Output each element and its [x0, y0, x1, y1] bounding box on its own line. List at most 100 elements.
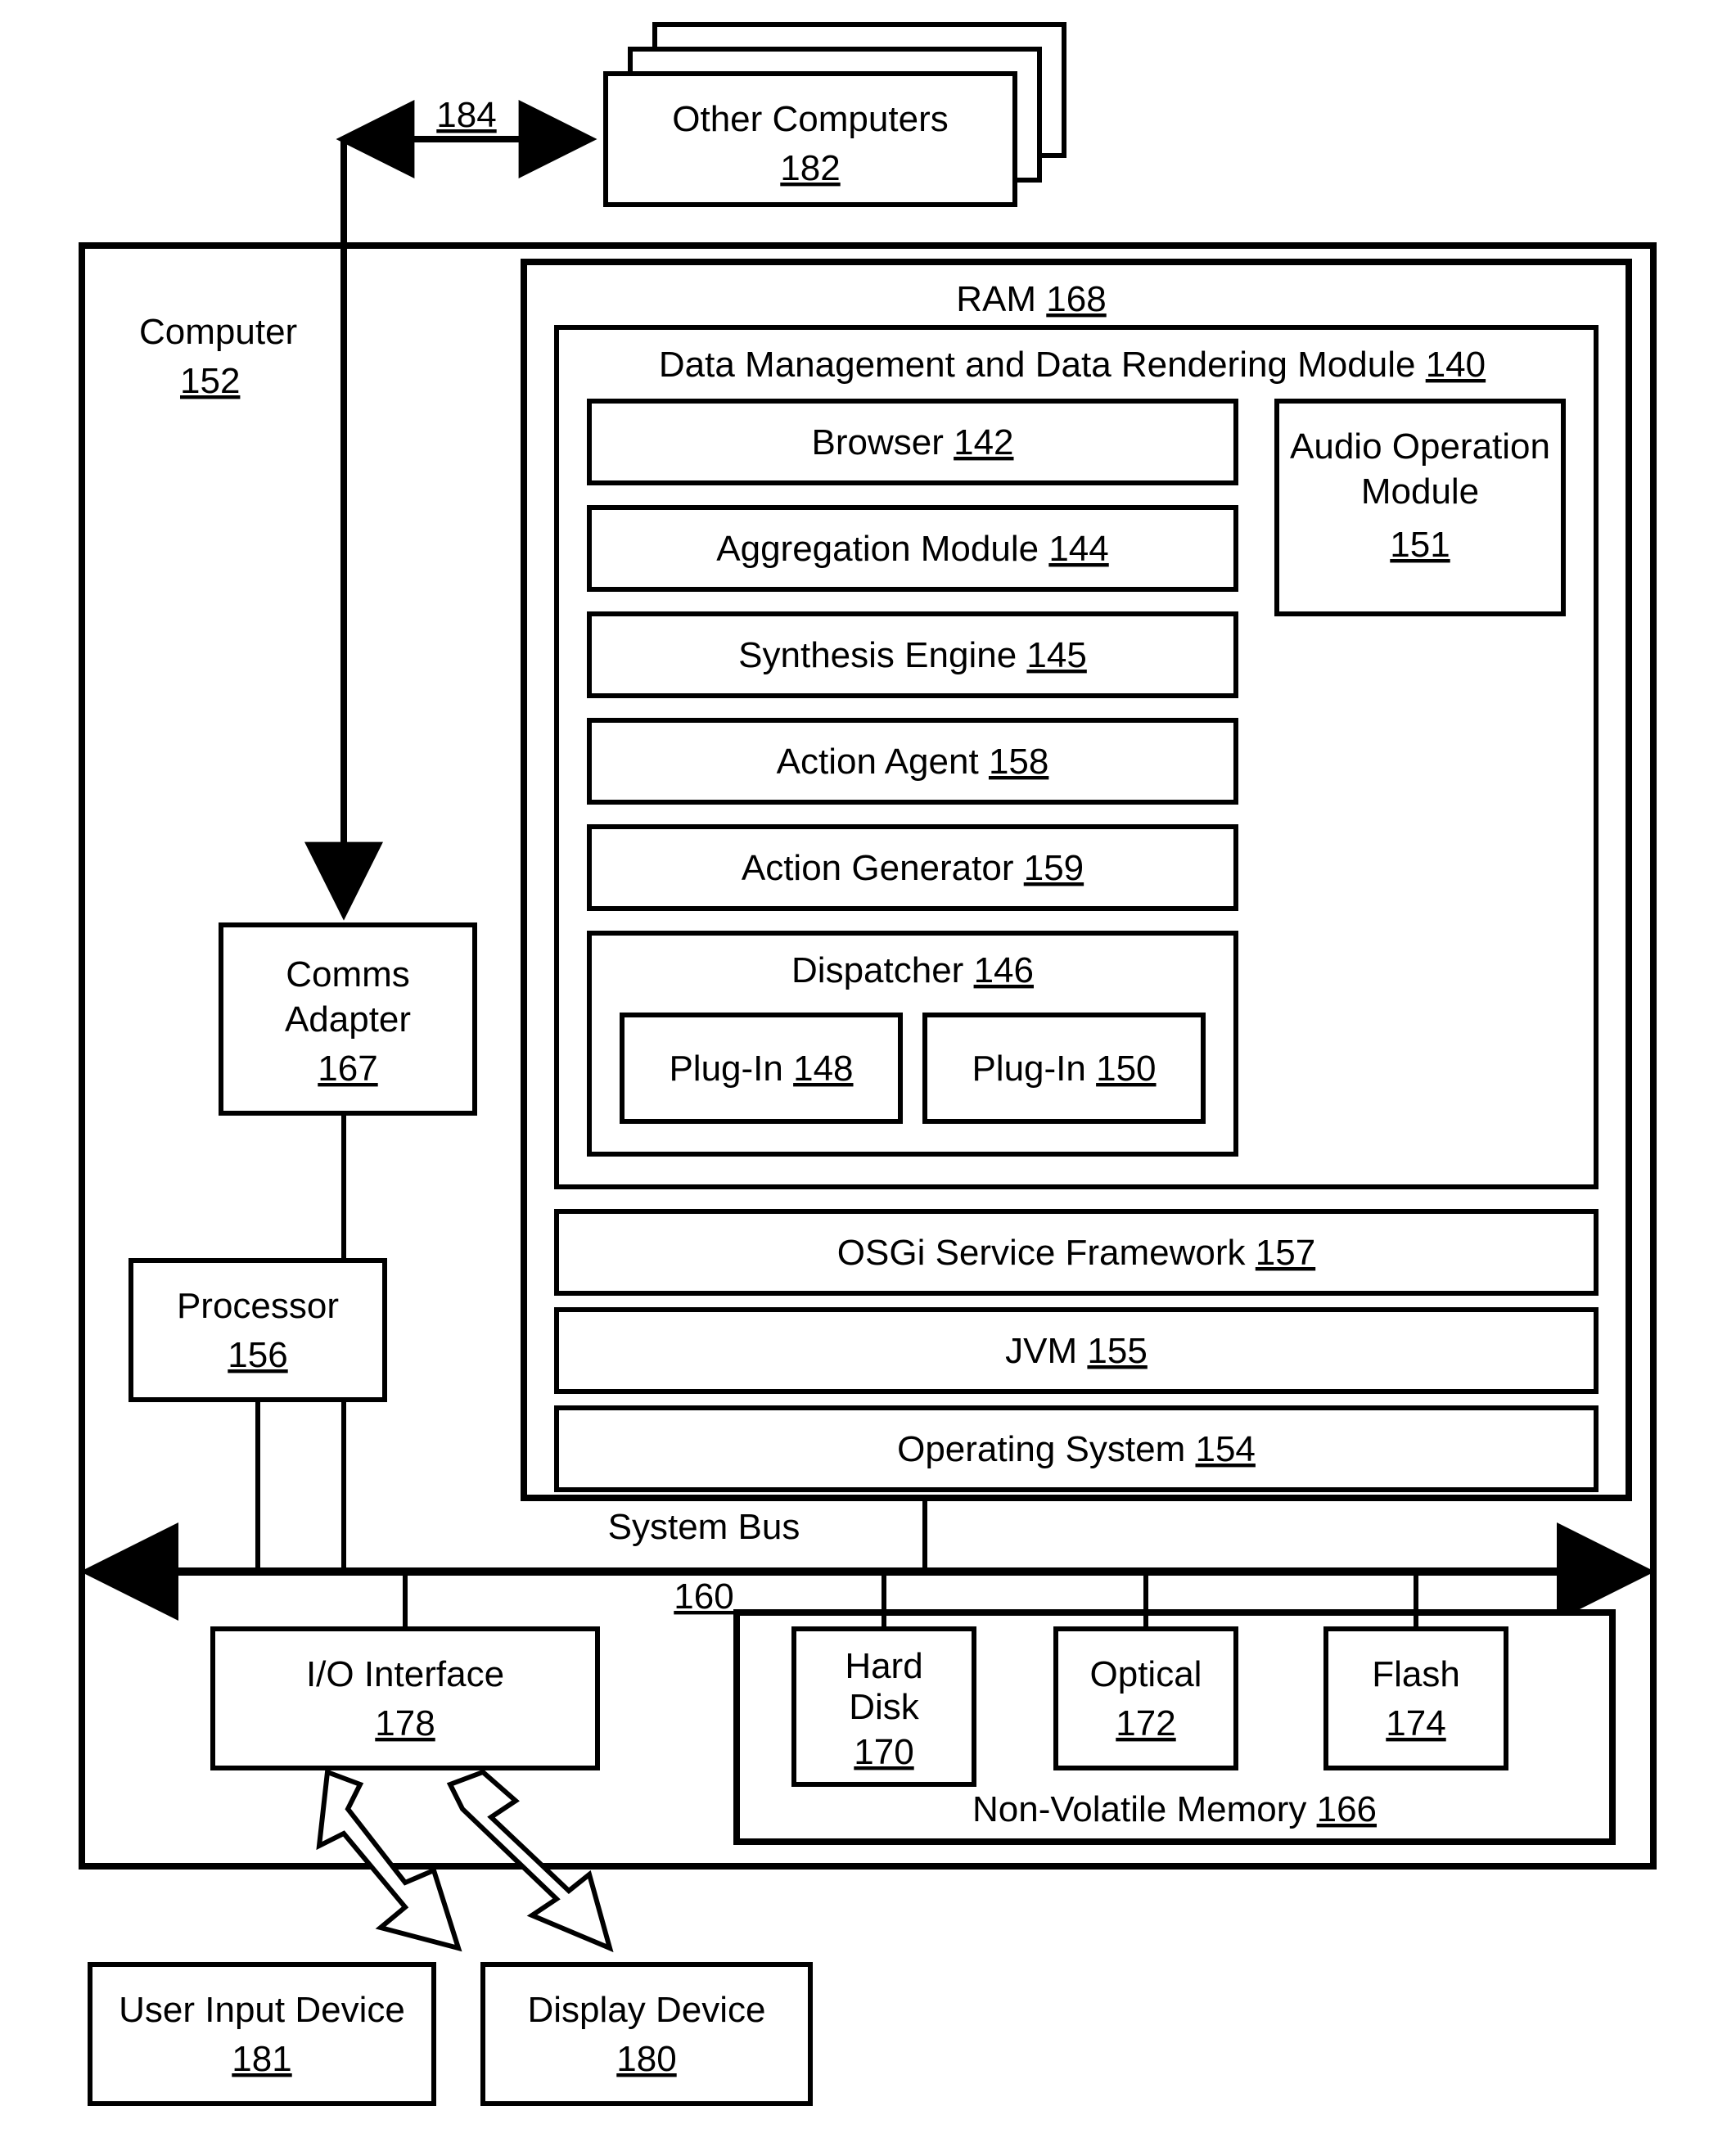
plugin2-label: Plug-In	[972, 1049, 1085, 1089]
plugin1-label: Plug-In	[669, 1049, 782, 1089]
svg-text:Action Generator 159: Action Generator 159	[742, 848, 1084, 888]
svg-text:Action Agent 158: Action Agent 158	[777, 742, 1049, 782]
ram-num: 168	[1046, 279, 1106, 319]
svg-text:Operating System 154: Operating System 154	[897, 1429, 1256, 1469]
other-computers-label: Other Computers	[672, 99, 948, 139]
dispatcher-label: Dispatcher	[791, 950, 963, 990]
comms-num: 167	[318, 1049, 377, 1089]
svg-text:Comms: Comms	[286, 954, 410, 995]
audio-num: 151	[1390, 525, 1450, 565]
svg-text:Aggregation Module 144: Aggregation Module 144	[716, 529, 1109, 569]
agent-label: Action Agent	[777, 742, 979, 782]
generator-box: Action Generator 159	[589, 827, 1236, 909]
display-num: 180	[616, 2039, 676, 2079]
optical-num: 172	[1116, 1703, 1175, 1743]
optical-box: Optical 172	[1056, 1629, 1236, 1768]
processor-num: 156	[228, 1335, 287, 1375]
user-input-device-box: User Input Device 181	[90, 1964, 434, 2104]
plugin1-num: 148	[793, 1049, 853, 1089]
other-computers-num: 182	[780, 148, 840, 188]
plugin2-num: 150	[1096, 1049, 1156, 1089]
flash-box: Flash 174	[1326, 1629, 1506, 1768]
svg-text:182: 182	[780, 148, 840, 188]
nvm-label: Non-Volatile Memory	[972, 1789, 1306, 1829]
svg-text:OSGi Service Framework 157: OSGi Service Framework 157	[837, 1233, 1315, 1273]
svg-text:System Bus: System Bus	[608, 1507, 800, 1547]
os-label: Operating System	[897, 1429, 1185, 1469]
other-computers-box: Other Computers 182	[606, 25, 1064, 205]
uid-label: User Input Device	[119, 1990, 405, 2030]
svg-text:181: 181	[232, 2039, 291, 2079]
computer-num: 152	[180, 361, 240, 401]
svg-text:167: 167	[318, 1049, 377, 1089]
osgi-num: 157	[1256, 1233, 1315, 1273]
hard-disk-box: Hard Disk 170	[794, 1629, 974, 1784]
io-num: 178	[375, 1703, 435, 1743]
svg-text:170: 170	[854, 1732, 913, 1772]
svg-text:184: 184	[436, 95, 496, 135]
osgi-label: OSGi Service Framework	[837, 1233, 1247, 1273]
io-label: I/O Interface	[306, 1654, 504, 1694]
browser-box: Browser 142	[589, 401, 1236, 483]
svg-text:Data Management and Data Rende: Data Management and Data Rendering Modul…	[659, 345, 1486, 385]
svg-text:174: 174	[1386, 1703, 1445, 1743]
jvm-num: 155	[1087, 1331, 1147, 1371]
processor-label: Processor	[177, 1286, 339, 1326]
synth-num: 145	[1026, 635, 1086, 675]
processor-box: Processor 156	[131, 1261, 385, 1400]
svg-text:Processor: Processor	[177, 1286, 339, 1326]
hd-label1: Hard	[845, 1646, 922, 1686]
svg-text:Hard: Hard	[845, 1646, 922, 1686]
bus-num: 160	[674, 1576, 733, 1617]
svg-text:Browser 142: Browser 142	[811, 422, 1013, 462]
aggregation-label: Aggregation Module	[716, 529, 1039, 569]
bus-label: System Bus	[608, 1507, 800, 1547]
audio-box: Audio Operation Module 151	[1277, 401, 1563, 614]
browser-label: Browser	[811, 422, 943, 462]
computer-label: Computer	[139, 312, 297, 352]
flash-num: 174	[1386, 1703, 1445, 1743]
svg-text:Computer: Computer	[139, 312, 297, 352]
display-label: Display Device	[528, 1990, 766, 2030]
jvm-label: JVM	[1005, 1331, 1077, 1371]
svg-text:Optical: Optical	[1090, 1654, 1202, 1694]
svg-text:Audio Operation: Audio Operation	[1290, 426, 1550, 467]
hd-num: 170	[854, 1732, 913, 1772]
dmdr-label: Data Management and Data Rendering Modul…	[659, 345, 1416, 385]
svg-text:Disk: Disk	[849, 1687, 920, 1727]
jvm-box: JVM 155	[557, 1310, 1596, 1391]
svg-text:Plug-In 150: Plug-In 150	[972, 1049, 1156, 1089]
architecture-diagram: Other Computers 182 184 Computer 152 RAM…	[0, 0, 1718, 2156]
display-device-box: Display Device 180	[483, 1964, 810, 2104]
connection-num: 184	[436, 95, 496, 135]
svg-text:I/O Interface: I/O Interface	[306, 1654, 504, 1694]
svg-text:Module: Module	[1361, 471, 1479, 512]
svg-text:Dispatcher 146: Dispatcher 146	[791, 950, 1034, 990]
svg-text:User Input Device: User Input Device	[119, 1990, 405, 2030]
svg-text:Synthesis Engine 145: Synthesis Engine 145	[738, 635, 1087, 675]
aggregation-num: 144	[1048, 529, 1108, 569]
os-box: Operating System 154	[557, 1408, 1596, 1490]
nvm-num: 166	[1317, 1789, 1377, 1829]
osgi-box: OSGi Service Framework 157	[557, 1211, 1596, 1293]
ram-label: RAM	[956, 279, 1036, 319]
hd-label2: Disk	[849, 1687, 920, 1727]
svg-text:Non-Volatile Memory 166: Non-Volatile Memory 166	[972, 1789, 1377, 1829]
svg-text:156: 156	[228, 1335, 287, 1375]
svg-text:160: 160	[674, 1576, 733, 1617]
svg-text:Display Device: Display Device	[528, 1990, 766, 2030]
optical-label: Optical	[1090, 1654, 1202, 1694]
generator-num: 159	[1024, 848, 1084, 888]
dispatcher-num: 146	[974, 950, 1034, 990]
uid-num: 181	[232, 2039, 291, 2079]
synthesis-box: Synthesis Engine 145	[589, 614, 1236, 696]
svg-text:178: 178	[375, 1703, 435, 1743]
comms-adapter-box: Comms Adapter 167	[221, 925, 475, 1113]
comms-label2: Adapter	[285, 999, 411, 1040]
io-interface-box: I/O Interface 178	[213, 1629, 597, 1768]
svg-text:Adapter: Adapter	[285, 999, 411, 1040]
generator-label: Action Generator	[742, 848, 1014, 888]
svg-text:Flash: Flash	[1372, 1654, 1460, 1694]
audio-label1: Audio Operation	[1290, 426, 1550, 467]
svg-text:RAM 168: RAM 168	[956, 279, 1106, 319]
